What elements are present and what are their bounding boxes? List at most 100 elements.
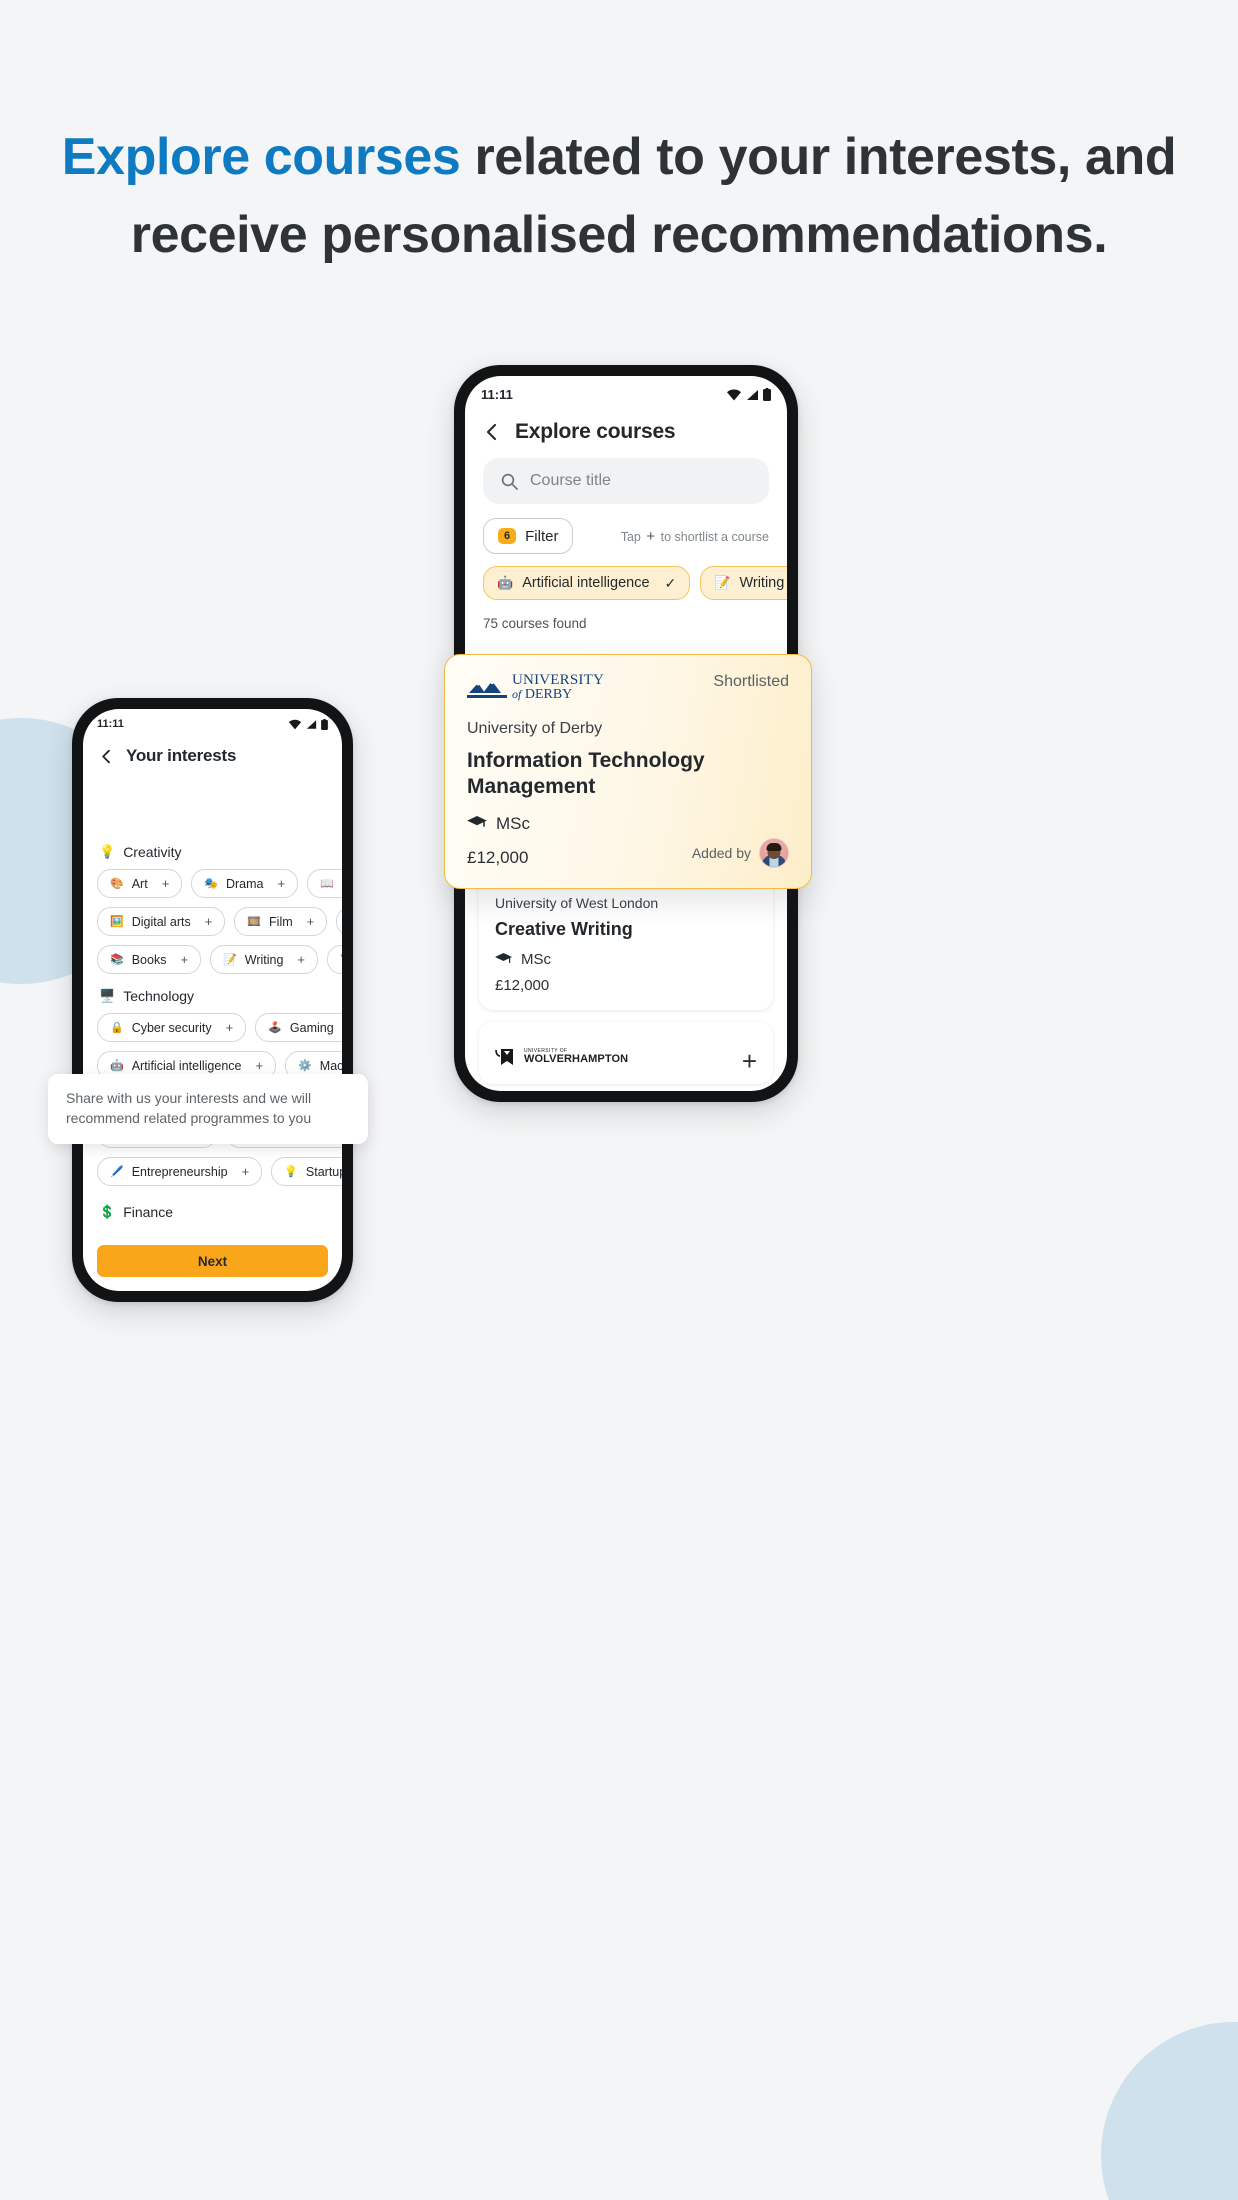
interest-tag-writing[interactable]: 📝 Writing + [210,945,319,974]
add-icon[interactable]: + [205,914,213,929]
check-icon[interactable]: ✓ [665,575,677,592]
card-degree: MSc [495,951,757,968]
interest-tag-art[interactable]: 🎨 Art + [97,869,183,898]
section-title-finance: 💲 Finance [99,1204,328,1220]
tag-label: Writing [244,952,284,967]
back-chevron-icon[interactable] [483,423,501,441]
wv-crest-icon [495,1048,513,1065]
interest-tag-cyber-security[interactable]: 🔒 Cyber security + [97,1013,247,1042]
app-header: Your interests [83,732,342,772]
tag-label: Machine learning [319,1058,342,1073]
tag-row: 🖊️ Entrepreneurship + 💡 Startups + [97,1157,342,1186]
film-frames-icon: 🎞️ [247,916,262,928]
interest-tag-drama[interactable]: 🎭 Drama + [191,869,299,898]
wv-line2: WOLVERHAMPTON [524,1052,629,1065]
hero-card-bottom-row: £12,000 Added by [467,834,789,868]
university-of-derby-logo: UNIVERSITY of DERBY [467,673,604,702]
your-interests-phone: 11:11 Your interests 💡 Creativity 🎨 Art … [68,694,357,1306]
palette-icon: 🎨 [110,878,124,890]
tag-label: Cyber security [131,1020,212,1035]
add-icon[interactable]: + [162,876,170,891]
add-icon[interactable]: + [307,914,315,929]
next-button[interactable]: Next [97,1245,328,1277]
filter-chip-artificial-intelligence[interactable]: 🤖 Artificial intelligence ✓ [483,566,691,600]
hero-card-university: University of Derby [467,720,603,737]
tag-row: 🎨 Art + 🎭 Drama + 📖Literature+ [97,869,342,898]
fountain-pen-icon: 🖊️ [110,1166,124,1178]
add-icon[interactable]: + [278,876,286,891]
added-by-label: Added by [691,844,751,861]
tag-row: 🔒Cyber security+ 🕹️Gaming+ 💻Computing+ [97,1013,342,1042]
back-chevron-icon[interactable] [99,749,114,764]
wifi-icon [288,719,302,729]
page-title: Explore courses [515,420,676,443]
joystick-icon: 🕹️ [268,1022,282,1034]
filter-row: 6 Filter Tap + to shortlist a course [465,504,787,554]
hero-card-degree: MSc [467,814,789,834]
promo-screenshot: Explore courses related to your interest… [0,0,1238,2200]
lightbulb-icon: 💡 [284,1166,298,1178]
filter-label: Filter [525,527,559,545]
chip-label: Artificial intelligence [522,575,650,591]
hint-before: Tap [620,529,641,544]
interest-tag-books[interactable]: 📚 Books + [97,945,202,974]
page-headline: Explore courses related to your interest… [0,118,1238,274]
graduation-cap-icon [495,952,512,963]
derby-line1: UNIVERSITY [512,672,604,688]
interest-tag-digital-arts[interactable]: 🖼️ Digital arts + [97,907,226,936]
add-icon[interactable]: + [255,1058,263,1073]
page-title: Your interests [126,746,237,765]
user-avatar[interactable] [759,837,789,868]
add-icon[interactable]: + [297,952,305,967]
interest-tag-literature[interactable]: 📖Literature+ [307,869,342,898]
filter-button[interactable]: 6 Filter [483,518,574,554]
course-card-wolverhampton[interactable]: UNIVERSITY OF WOLVERHAMPTON + [479,1021,773,1084]
section-label: Finance [123,1204,173,1220]
filter-chip-writing[interactable]: 📝 Writing × [700,566,787,600]
hint-after: to shortlist a course [660,529,769,544]
tag-label: Digital arts [131,914,191,929]
dollar-icon: 💲 [99,1204,116,1219]
tag-label: Startups [305,1164,342,1179]
interest-tag-startups[interactable]: 💡Startups+ [271,1157,342,1186]
tag-label: Film [269,914,293,929]
add-icon[interactable]: + [226,1020,234,1035]
card-university: University of West London [495,895,659,911]
plus-icon: + [646,527,656,545]
derby-mountains-icon [467,680,507,698]
gear-icon: ⚙️ [298,1060,312,1072]
lightbulb-icon: 💡 [99,844,116,859]
pencil-icon: ✏️ [340,953,342,966]
status-icons [288,718,328,730]
interest-tag-design[interactable]: ✏️Design+ [327,945,342,974]
hero-card-top-row: UNIVERSITY of DERBY Shortlisted [467,673,789,702]
highlighted-course-card-derby[interactable]: UNIVERSITY of DERBY Shortlisted Universi… [444,654,812,889]
results-count: 75 courses found [483,616,587,631]
open-book-icon: 📖 [320,878,334,890]
tag-label: Drama [225,876,264,891]
selected-filter-chips: 🤖 Artificial intelligence ✓ 📝 Writing × [465,554,787,600]
hero-card-course-title: Information Technology Management [467,749,705,799]
status-time: 11:11 [97,718,124,730]
interest-tag-gaming[interactable]: 🕹️Gaming+ [255,1013,342,1042]
interest-tag-film[interactable]: 🎞️ Film + [234,907,328,936]
section-title-technology: 🖥️ Technology [99,988,328,1004]
interest-tag-photography[interactable]: 📷Photography+ [336,907,342,936]
search-section: Course title [465,452,787,504]
search-placeholder: Course title [530,472,611,489]
chip-label: Writing [739,575,785,591]
your-interests-screen: 11:11 Your interests 💡 Creativity 🎨 Art … [83,709,342,1291]
wv-wordmark: UNIVERSITY OF WOLVERHAMPTON [524,1048,629,1065]
tag-label: Artificial intelligence [131,1058,242,1073]
add-icon[interactable]: + [242,1164,250,1179]
card-top-row: UNIVERSITY OF WOLVERHAMPTON + [495,1048,757,1074]
search-input[interactable]: Course title [483,458,769,504]
hero-degree-label: MSc [496,813,530,833]
card-course-title: Creative Writing [495,919,633,939]
add-icon[interactable]: + [180,952,188,967]
tag-label: Entrepreneurship [131,1164,228,1179]
interest-tag-entrepreneurship[interactable]: 🖊️ Entrepreneurship + [97,1157,263,1186]
interest-sections: 💡 Creativity 🎨Art+ 🎭Drama+ 📖Literature+ … [83,844,342,1220]
shortlisted-status: Shortlisted [713,673,789,690]
shortlist-add-button[interactable]: + [742,1048,757,1074]
